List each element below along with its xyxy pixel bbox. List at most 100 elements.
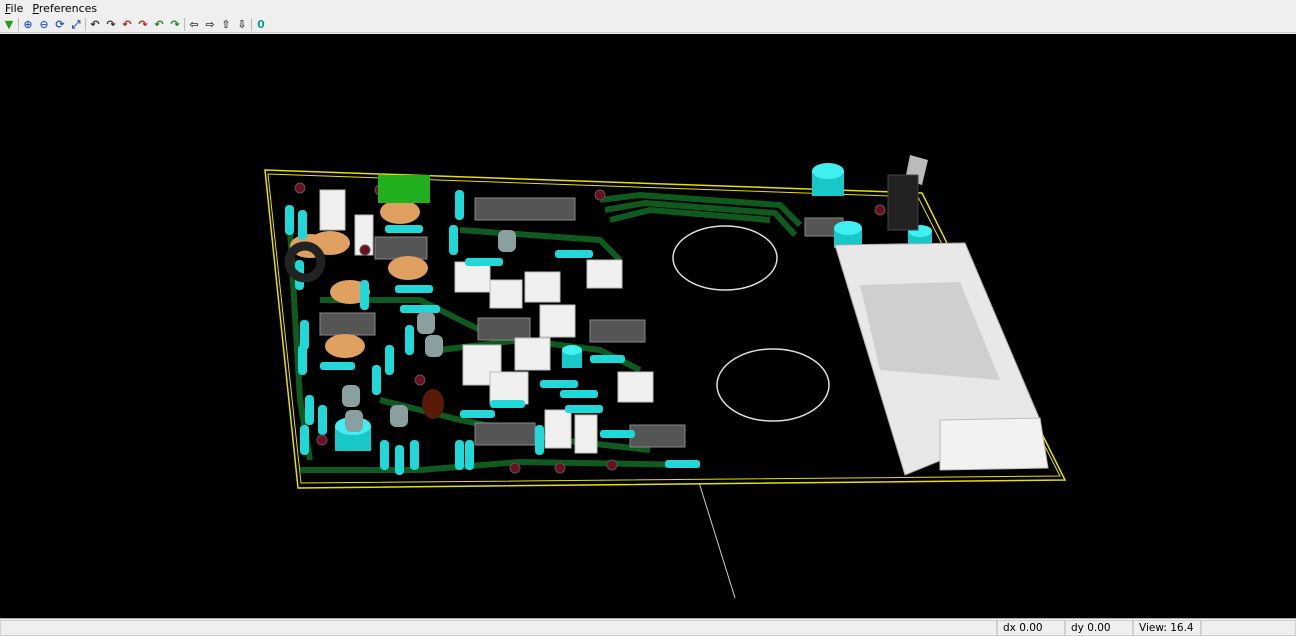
rotate-z-cw-button[interactable]: ↶ <box>151 16 167 32</box>
transistor <box>425 335 443 357</box>
resistor <box>380 440 389 470</box>
resistor <box>560 390 598 398</box>
rotate-z-ccw-icon: ↷ <box>170 17 180 31</box>
pan-down-icon: ⇩ <box>237 17 247 31</box>
resistor <box>400 305 440 313</box>
rotate-y-ccw-button[interactable]: ↷ <box>135 16 151 32</box>
ic-chip <box>474 197 576 221</box>
redraw-icon: ⟳ <box>55 17 65 31</box>
status-dy: dy 0.00 <box>1065 620 1133 636</box>
ortho-toggle-button[interactable]: 0 <box>253 16 269 32</box>
ic-chip <box>477 317 531 341</box>
pcb-3d-view <box>264 155 1067 599</box>
resistor <box>555 250 593 258</box>
resistor <box>410 440 419 470</box>
resistor <box>395 445 404 475</box>
3d-viewport[interactable] <box>0 34 1296 618</box>
toolbar-separator <box>251 17 252 31</box>
status-extra <box>1201 620 1296 636</box>
resistor <box>298 345 307 375</box>
ceramic-capacitor <box>380 200 420 224</box>
rotate-z-cw-icon: ↶ <box>154 17 164 31</box>
rotate-y-cw-button[interactable]: ↶ <box>119 16 135 32</box>
pad <box>594 189 606 201</box>
electrolytic-capacitor-top <box>812 163 844 179</box>
resistor <box>320 362 355 370</box>
relay <box>319 189 346 231</box>
pad <box>554 462 566 474</box>
ortho-toggle-icon: 0 <box>257 17 265 31</box>
toolbar-separator <box>184 17 185 31</box>
resistor <box>449 225 458 255</box>
ic-chip <box>319 312 376 336</box>
pad <box>359 244 371 256</box>
electrolytic-capacitor-top <box>834 221 862 235</box>
ceramic-capacitor <box>388 256 428 280</box>
ic-chip <box>474 422 536 446</box>
resistor <box>460 410 495 418</box>
resistor <box>565 405 603 413</box>
relay <box>514 337 551 371</box>
resistor <box>385 345 394 375</box>
status-bar: dx 0.00 dy 0.00 View: 16.4 <box>0 618 1296 636</box>
transistor <box>417 312 435 334</box>
relay <box>586 259 623 289</box>
zoom-in-icon: ⊕ <box>23 17 33 31</box>
pad <box>414 374 426 386</box>
relay <box>539 304 576 338</box>
transistor <box>390 405 408 427</box>
reload-board-button[interactable]: ▼ <box>1 16 17 32</box>
resistor <box>455 440 464 470</box>
ic-chip <box>589 319 646 343</box>
inductor <box>422 389 444 419</box>
resistor <box>385 225 423 233</box>
pan-down-button[interactable]: ⇩ <box>234 16 250 32</box>
resistor <box>665 460 700 468</box>
status-view-zoom: View: 16.4 <box>1133 620 1201 636</box>
relay <box>489 279 523 309</box>
zoom-in-button[interactable]: ⊕ <box>20 16 36 32</box>
pan-up-button[interactable]: ⇧ <box>218 16 234 32</box>
resistor <box>535 425 544 455</box>
resistor <box>305 395 314 425</box>
resistor <box>395 285 433 293</box>
relay <box>454 261 491 293</box>
rotate-z-ccw-button[interactable]: ↷ <box>167 16 183 32</box>
resistor <box>465 258 503 266</box>
resistor <box>318 405 327 435</box>
pad <box>509 462 521 474</box>
menu-file[interactable]: File <box>0 2 27 15</box>
ceramic-capacitor <box>325 334 365 358</box>
pad <box>606 459 618 471</box>
resistor <box>465 440 474 470</box>
pan-right-button[interactable]: ⇨ <box>202 16 218 32</box>
status-message <box>0 620 997 636</box>
pan-left-button[interactable]: ⇦ <box>186 16 202 32</box>
resistor <box>590 355 625 363</box>
relay <box>544 409 572 449</box>
pad <box>874 204 886 216</box>
pad <box>294 182 306 194</box>
ic-chip <box>374 236 428 260</box>
resistor <box>600 430 635 438</box>
resistor <box>405 325 414 355</box>
transistor <box>342 385 360 407</box>
relay <box>489 371 529 405</box>
redraw-button[interactable]: ⟳ <box>52 16 68 32</box>
rotate-x-cw-icon: ↶ <box>90 17 100 31</box>
zoom-out-button[interactable]: ⊖ <box>36 16 52 32</box>
ic-chip <box>629 424 686 448</box>
rotate-x-cw-button[interactable]: ↶ <box>87 16 103 32</box>
zoom-out-icon: ⊖ <box>39 17 49 31</box>
toolbar-separator <box>85 17 86 31</box>
resistor <box>540 380 578 388</box>
rotate-x-ccw-button[interactable]: ↷ <box>103 16 119 32</box>
menu-preferences[interactable]: Preferences <box>27 2 101 15</box>
header-connector <box>378 175 430 203</box>
resistor <box>298 210 307 240</box>
zoom-fit-button[interactable]: ⤢ <box>68 16 84 32</box>
rotate-x-ccw-icon: ↷ <box>106 17 116 31</box>
resistor <box>455 190 464 220</box>
resistor <box>300 425 309 455</box>
rotate-y-cw-icon: ↶ <box>122 17 132 31</box>
